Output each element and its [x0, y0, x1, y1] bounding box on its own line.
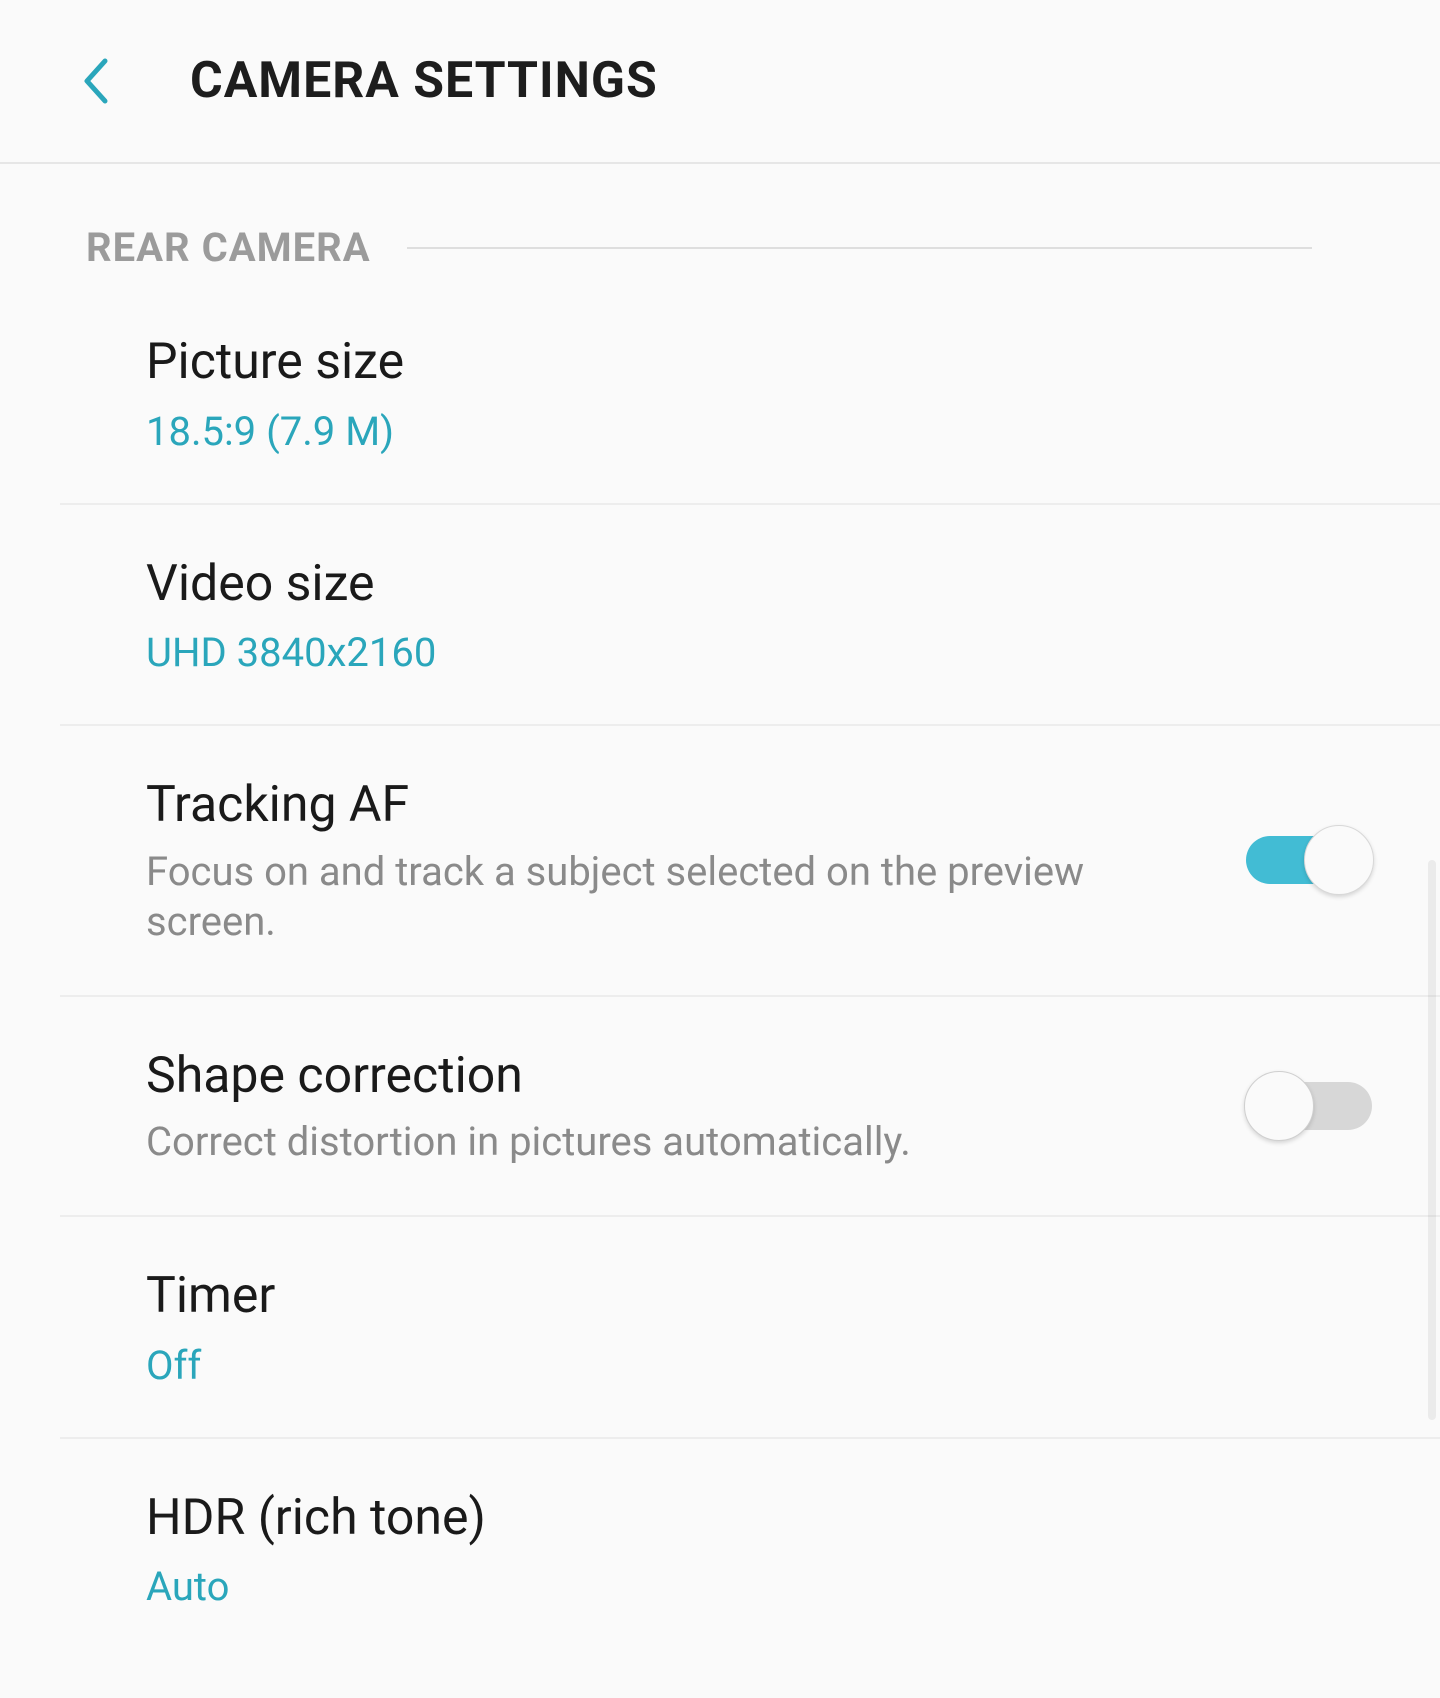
- row-shape-correction[interactable]: Shape correction Correct distortion in p…: [60, 997, 1440, 1218]
- row-hdr[interactable]: HDR (rich tone) Auto: [60, 1439, 1440, 1659]
- row-value: UHD 3840x2160: [146, 629, 1332, 676]
- row-description: Focus on and track a subject selected on…: [146, 847, 1206, 947]
- row-text: Tracking AF Focus on and track a subject…: [146, 774, 1246, 947]
- row-title: HDR (rich tone): [146, 1487, 1332, 1550]
- row-text: Picture size 18.5:9 (7.9 M): [146, 331, 1372, 455]
- scrollbar[interactable]: [1428, 860, 1436, 1420]
- row-picture-size[interactable]: Picture size 18.5:9 (7.9 M): [60, 283, 1440, 505]
- row-text: Shape correction Correct distortion in p…: [146, 1045, 1246, 1168]
- toggle-tracking-af[interactable]: [1246, 825, 1372, 895]
- app-header: CAMERA SETTINGS: [0, 0, 1440, 164]
- back-button[interactable]: [60, 46, 130, 116]
- row-text: HDR (rich tone) Auto: [146, 1487, 1372, 1611]
- row-value: Auto: [146, 1563, 1332, 1610]
- row-text: Video size UHD 3840x2160: [146, 553, 1372, 677]
- row-tracking-af[interactable]: Tracking AF Focus on and track a subject…: [60, 726, 1440, 997]
- section-divider: [407, 247, 1312, 249]
- toggle-thumb: [1244, 1071, 1314, 1141]
- row-text: Timer Off: [146, 1265, 1372, 1389]
- section-label: REAR CAMERA: [86, 224, 371, 271]
- row-title: Shape correction: [146, 1045, 1206, 1108]
- toggle-thumb: [1304, 825, 1374, 895]
- row-description: Correct distortion in pictures automatic…: [146, 1117, 1206, 1167]
- row-title: Picture size: [146, 331, 1332, 394]
- row-title: Video size: [146, 553, 1332, 616]
- row-value: 18.5:9 (7.9 M): [146, 408, 1332, 455]
- row-video-size[interactable]: Video size UHD 3840x2160: [60, 505, 1440, 727]
- row-value: Off: [146, 1342, 1332, 1389]
- row-timer[interactable]: Timer Off: [60, 1217, 1440, 1439]
- chevron-left-icon: [81, 57, 109, 105]
- section-header-rear-camera: REAR CAMERA: [0, 164, 1440, 283]
- row-title: Tracking AF: [146, 774, 1206, 837]
- settings-content: REAR CAMERA Picture size 18.5:9 (7.9 M) …: [0, 164, 1440, 1658]
- page-title: CAMERA SETTINGS: [190, 52, 658, 110]
- toggle-shape-correction[interactable]: [1246, 1071, 1372, 1141]
- row-title: Timer: [146, 1265, 1332, 1328]
